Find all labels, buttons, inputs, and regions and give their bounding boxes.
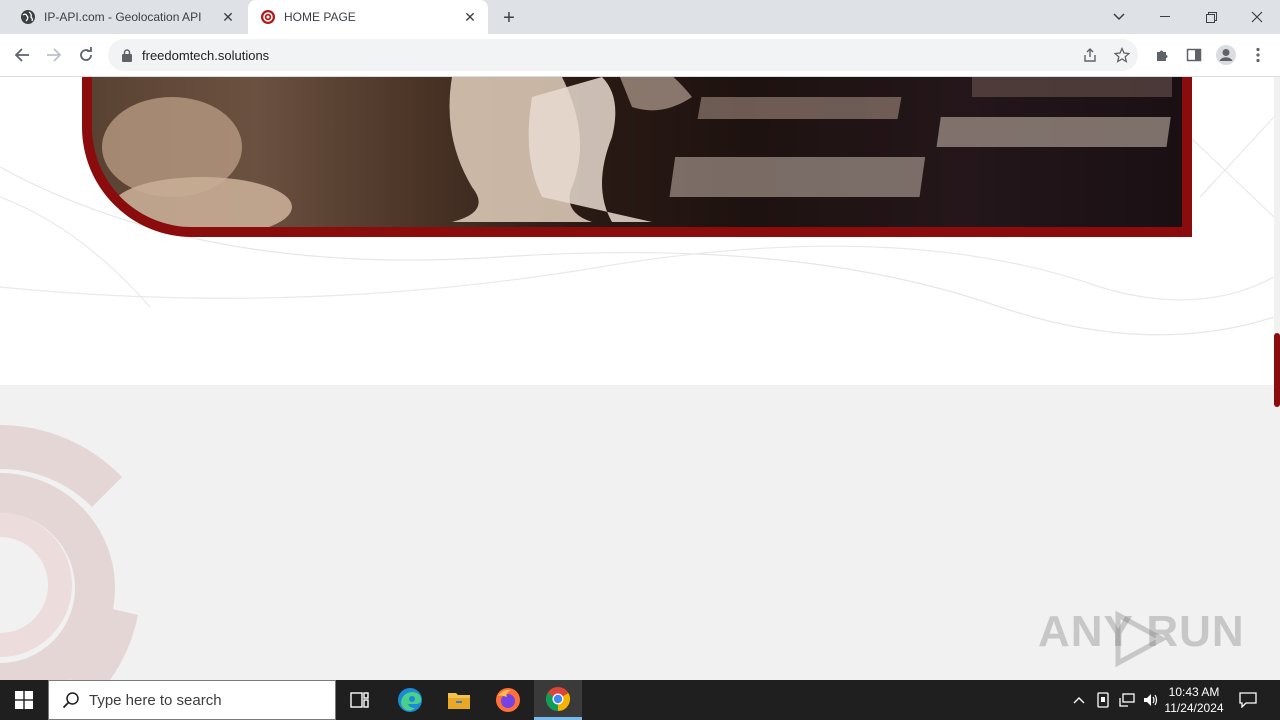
task-view-button[interactable] <box>336 680 384 720</box>
page-scrollbar[interactable] <box>1274 77 1280 680</box>
system-clock[interactable]: 10:43 AM 11/24/2024 <box>1158 684 1230 716</box>
anyrun-watermark: ANY RUN <box>1038 607 1245 668</box>
folder-icon <box>448 693 470 709</box>
decorative-rings <box>0 425 138 680</box>
reload-button[interactable] <box>71 40 101 70</box>
play-logo-icon <box>1115 610 1168 668</box>
taskbar-edge[interactable] <box>386 680 434 720</box>
tab-title: HOME PAGE <box>284 10 356 24</box>
browser-toolbar: freedomtech.solutions <box>0 34 1280 77</box>
tab-search-chevron-icon[interactable] <box>1096 0 1142 34</box>
network-icon[interactable] <box>1116 680 1138 720</box>
page-viewport: ANY RUN <box>0 77 1280 680</box>
tray-device-icon[interactable] <box>1092 680 1114 720</box>
tab-home-page[interactable]: HOME PAGE ✕ <box>248 0 488 34</box>
chrome-icon <box>545 686 571 711</box>
close-icon[interactable]: ✕ <box>460 7 480 27</box>
profile-avatar-icon[interactable] <box>1212 41 1240 69</box>
url-text: freedomtech.solutions <box>142 47 270 63</box>
menu-kebab-icon[interactable] <box>1244 41 1272 69</box>
task-view-icon <box>350 692 369 708</box>
tray-overflow-chevron-icon[interactable] <box>1068 680 1090 720</box>
windows-logo-icon <box>15 691 33 709</box>
share-icon[interactable] <box>1080 45 1100 65</box>
notification-center-button[interactable] <box>1236 680 1260 720</box>
chess-hero-image <box>92 77 1182 227</box>
search-icon <box>61 690 81 710</box>
restore-button[interactable] <box>1188 0 1234 34</box>
minimize-button[interactable] <box>1142 0 1188 34</box>
firefox-icon <box>496 688 520 712</box>
address-bar[interactable]: freedomtech.solutions <box>108 39 1138 71</box>
hero-section <box>0 77 1274 385</box>
bookmark-star-icon[interactable] <box>1112 45 1132 65</box>
hero-image-frame <box>82 77 1192 237</box>
browser-tab-strip: IP-API.com - Geolocation API ✕ HOME PAGE… <box>0 0 1280 34</box>
windows-taskbar: Type here to search 10:43 AM 11/24/2024 <box>0 680 1280 720</box>
new-tab-button[interactable]: + <box>498 7 520 29</box>
close-icon[interactable]: ✕ <box>218 7 238 27</box>
taskbar-firefox[interactable] <box>484 680 532 720</box>
close-window-button[interactable] <box>1234 0 1280 34</box>
site-logo-icon <box>260 9 276 25</box>
lock-icon[interactable] <box>120 48 134 62</box>
tab-ip-api[interactable]: IP-API.com - Geolocation API ✕ <box>8 0 246 34</box>
side-panel-icon[interactable] <box>1180 41 1208 69</box>
taskbar-chrome[interactable] <box>534 680 582 720</box>
clock-date: 11/24/2024 <box>1164 701 1224 715</box>
globe-icon <box>20 9 36 25</box>
start-button[interactable] <box>0 680 48 720</box>
clock-time: 10:43 AM <box>1168 685 1220 699</box>
taskbar-file-explorer[interactable] <box>435 680 483 720</box>
back-button[interactable] <box>7 40 37 70</box>
forward-button[interactable] <box>39 40 69 70</box>
edge-icon <box>398 688 422 712</box>
taskbar-search-box[interactable]: Type here to search <box>48 680 336 720</box>
search-placeholder: Type here to search <box>89 691 222 709</box>
notification-icon <box>1239 692 1257 708</box>
extensions-puzzle-icon[interactable] <box>1148 41 1176 69</box>
tab-title: IP-API.com - Geolocation API <box>44 10 202 24</box>
scrollbar-thumb[interactable] <box>1274 333 1280 407</box>
